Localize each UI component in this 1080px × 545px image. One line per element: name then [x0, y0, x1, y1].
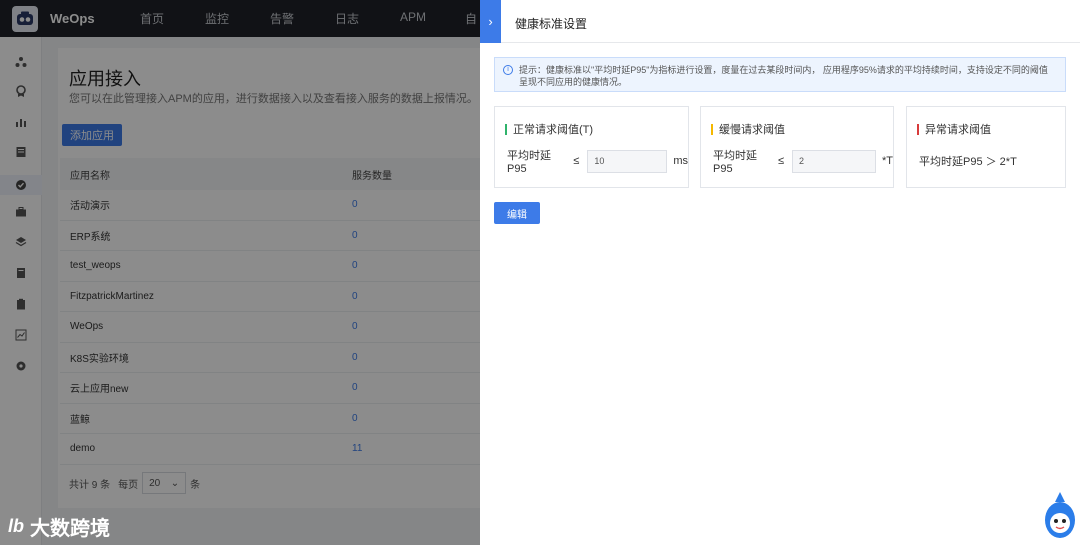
- red-indicator: [917, 123, 919, 135]
- card-title-text: 正常请求阈值(T): [513, 124, 594, 136]
- abnormal-threshold-text: 平均时延P95 ＞ 2*T: [919, 156, 1017, 168]
- operator: ≤: [777, 155, 784, 167]
- operator: ≤: [573, 155, 580, 167]
- tip-text: 提示：健康标准以"平均时延P95"为指标进行设置，度量在过去某段时间内， 应用程…: [519, 65, 1048, 87]
- normal-threshold-row: 平均时延P95 ≤ ms: [507, 149, 688, 175]
- edit-button[interactable]: 编辑: [494, 202, 540, 224]
- drawer-header: 健康标准设置: [480, 0, 1080, 43]
- card-title-text: 缓慢请求阈值: [719, 124, 785, 136]
- abnormal-threshold-title: 异常请求阈值: [917, 121, 991, 137]
- slow-threshold-card: 缓慢请求阈值 平均时延P95 ≤ *T: [700, 106, 894, 188]
- slow-threshold-row: 平均时延P95 ≤ *T: [713, 149, 893, 175]
- drawer-collapse-toggle[interactable]: ›: [480, 0, 501, 43]
- unit-label: *T: [882, 155, 893, 167]
- yellow-indicator: [711, 123, 713, 135]
- chevron-right-icon: ›: [488, 14, 493, 29]
- green-indicator: [505, 123, 507, 135]
- slow-threshold-title: 缓慢请求阈值: [711, 121, 785, 137]
- normal-threshold-input[interactable]: [587, 149, 668, 173]
- abnormal-threshold-card: 异常请求阈值 平均时延P95 ＞ 2*T: [906, 106, 1066, 188]
- metric-label: 平均时延P95: [713, 150, 757, 175]
- metric-label: 平均时延P95: [507, 150, 551, 175]
- abnormal-threshold-row: 平均时延P95 ＞ 2*T: [919, 149, 1017, 173]
- slow-threshold-input[interactable]: [792, 149, 876, 173]
- tip-alert: i 提示：健康标准以"平均时延P95"为指标进行设置，度量在过去某段时间内， 应…: [494, 57, 1066, 92]
- health-standard-drawer: 健康标准设置 i 提示：健康标准以"平均时延P95"为指标进行设置，度量在过去某…: [480, 0, 1080, 545]
- info-icon: i: [503, 65, 513, 75]
- watermark-logo: lb: [8, 516, 24, 536]
- normal-threshold-card: 正常请求阈值(T) 平均时延P95 ≤ ms: [494, 106, 689, 188]
- drawer-title: 健康标准设置: [515, 17, 588, 31]
- modal-mask[interactable]: [0, 0, 480, 545]
- assistant-mascot-icon[interactable]: [1042, 490, 1078, 545]
- normal-threshold-title: 正常请求阈值(T): [505, 121, 593, 137]
- card-title-text: 异常请求阈值: [925, 124, 991, 136]
- unit-label: ms: [673, 155, 688, 167]
- watermark-text: 大数跨境: [30, 518, 110, 540]
- watermark: lb 大数跨境: [8, 512, 110, 541]
